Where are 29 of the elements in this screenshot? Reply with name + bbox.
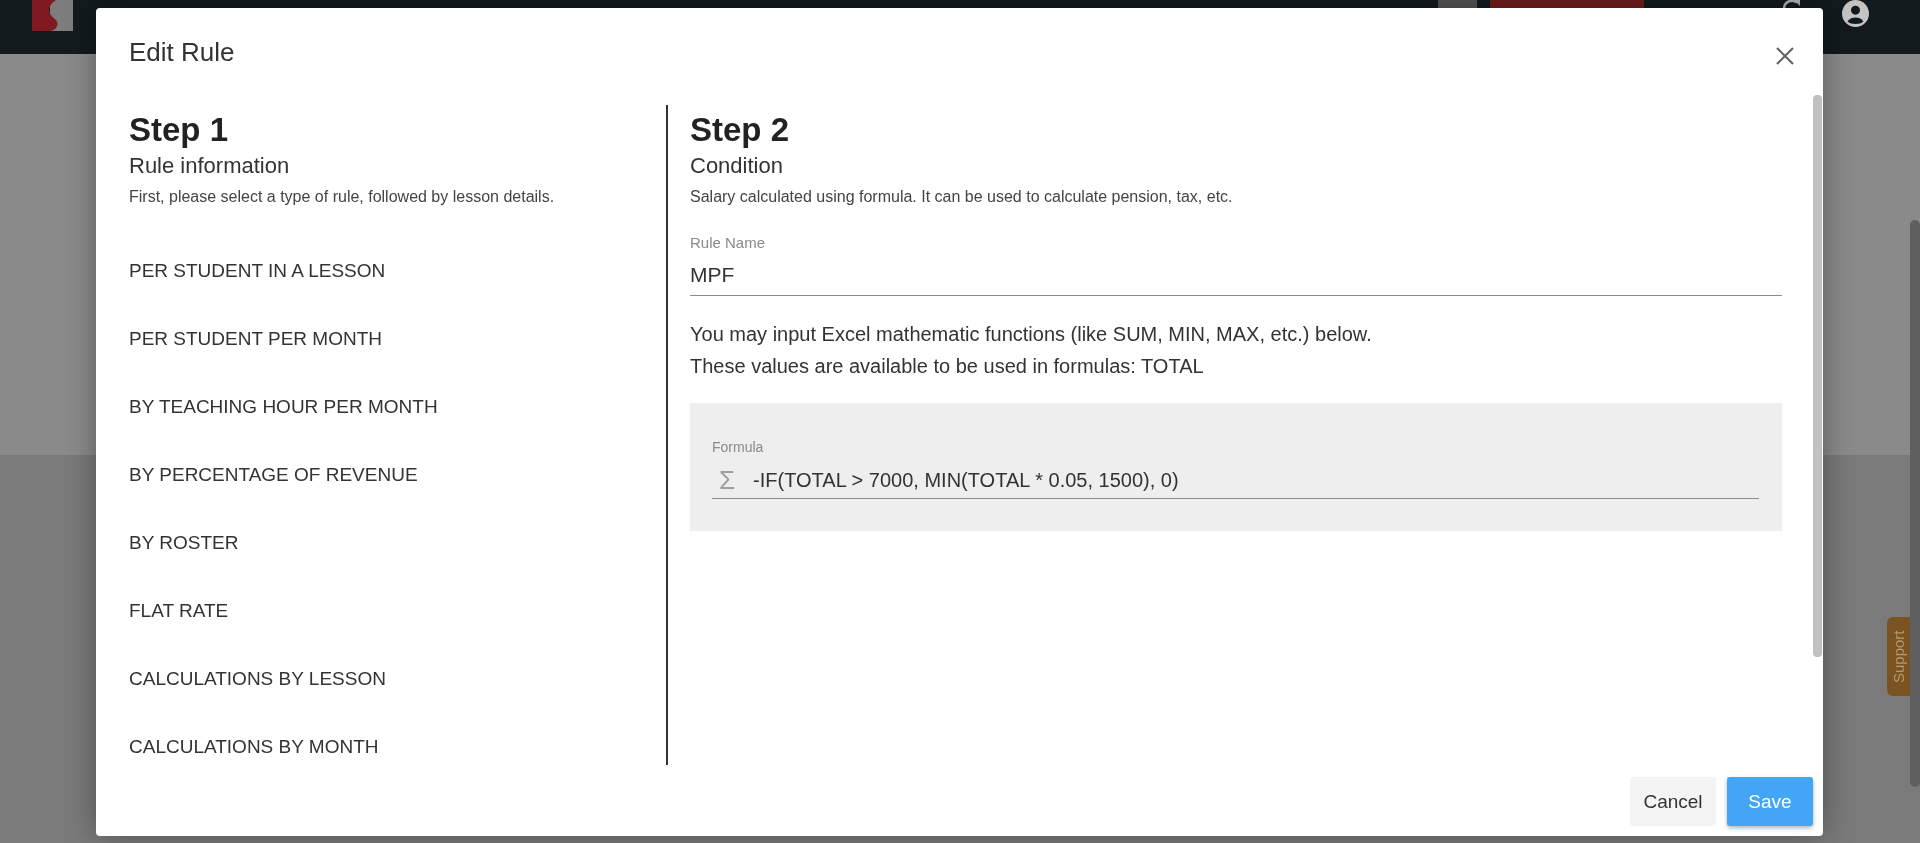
step-description: First, please select a type of rule, followed by lesson details. (129, 187, 555, 207)
step-description: Salary calculated using formula. It can be used to calculate pension, tax, etc. (690, 187, 1233, 207)
formula-field[interactable]: Formula Σ -IF(TOTAL > 7000, MIN(TOTAL * 0.05, 1500), 0) (712, 438, 1759, 499)
rule-type-option[interactable]: CALCULATIONS BY MONTH (129, 736, 379, 758)
step-subheading: Rule information (129, 152, 290, 180)
cancel-button[interactable]: Cancel (1630, 777, 1716, 826)
rule-type-option[interactable]: FLAT RATE (129, 600, 229, 622)
page-scrollbar[interactable] (1910, 220, 1920, 787)
step-subheading: Condition (690, 152, 783, 180)
logo-icon[interactable] (32, 0, 73, 31)
help-text: These values are available to be used in formulas: TOTAL (690, 354, 1204, 379)
rule-name-field[interactable]: Rule Name MPF (690, 234, 1782, 296)
refresh-icon[interactable] (1781, 0, 1802, 8)
dialog-title: Edit Rule (129, 36, 235, 68)
rule-type-option[interactable]: PER STUDENT PER MONTH (129, 328, 382, 350)
step-heading: Step 1 (129, 110, 229, 150)
close-icon (1776, 47, 1794, 65)
dialog-scrollbar[interactable] (1813, 95, 1822, 657)
nav-badge (1438, 0, 1477, 8)
avatar-icon[interactable] (1842, 0, 1869, 27)
rule-type-option[interactable]: PER STUDENT IN A LESSON (129, 260, 386, 282)
step-heading: Step 2 (690, 110, 790, 150)
rule-type-option[interactable]: BY TEACHING HOUR PER MONTH (129, 396, 438, 418)
sigma-icon: Σ (719, 466, 736, 494)
close-button[interactable] (1776, 47, 1794, 65)
rule-type-option[interactable]: BY ROSTER (129, 532, 239, 554)
help-text: You may input Excel mathematic functions (like SUM, MIN, MAX, etc.) below. (690, 322, 1372, 347)
rule-type-option[interactable]: BY PERCENTAGE OF REVENUE (129, 464, 418, 486)
rule-type-option[interactable]: CALCULATIONS BY LESSON (129, 668, 386, 690)
